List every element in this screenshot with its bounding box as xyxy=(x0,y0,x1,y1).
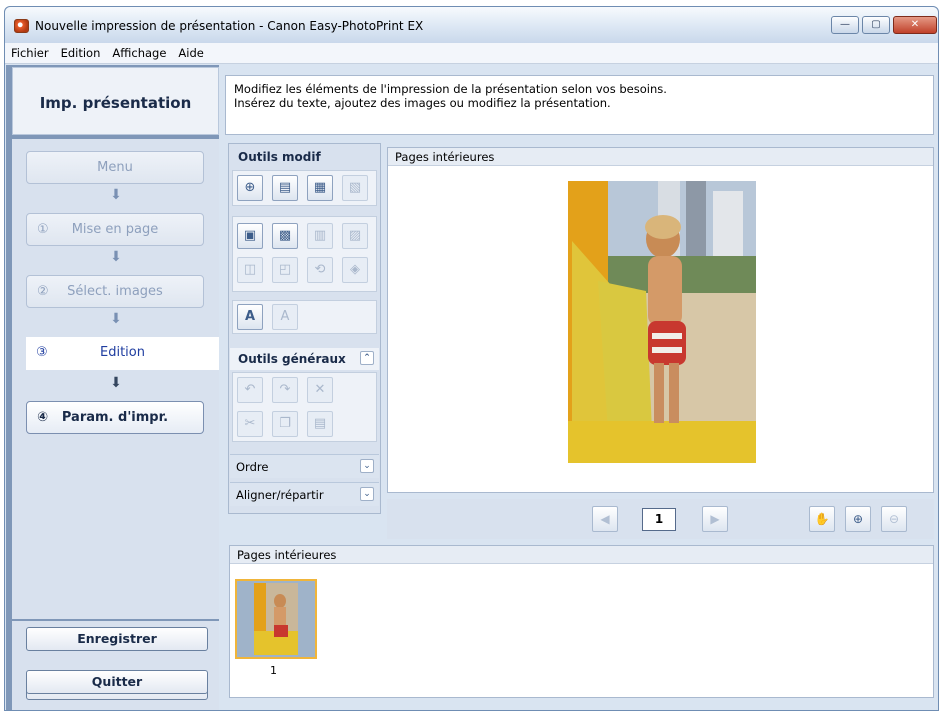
general-tools-label: Outils généraux xyxy=(238,352,346,366)
window-title: Nouvelle impression de présentation - Ca… xyxy=(35,19,424,33)
step-navigation: Menu ⬇ ① Mise en page ⬇ ② Sélect. images ⬇… xyxy=(12,139,219,619)
page-layout-icon[interactable]: ▦ xyxy=(307,175,333,201)
delete-page-icon[interactable]: ▧ xyxy=(342,175,368,201)
preview-navigation: ◀ 1 ▶ ✋ ⊕ ⊖ xyxy=(387,499,934,539)
instructions-line-1: Modifiez les éléments de l'impression de… xyxy=(234,82,667,96)
expand-chevron-icon[interactable]: ⌄ xyxy=(360,487,374,501)
sidebar-heading: Imp. présentation xyxy=(39,94,192,112)
align-section[interactable]: Aligner/répartir ⌄ xyxy=(230,482,379,506)
step-edition-label: Edition xyxy=(100,345,145,360)
step-number: ③ xyxy=(36,345,48,360)
general-tools-group: ↶ ↷ ✕ ✂ ❐ ▤ xyxy=(232,372,377,442)
minimize-button[interactable]: — xyxy=(831,16,859,34)
align-label: Aligner/répartir xyxy=(236,488,324,502)
edit-tools-group-1: ⊕ ▤ ▦ ▧ xyxy=(232,170,377,206)
menu-fichier[interactable]: Fichier xyxy=(5,43,55,60)
hand-tool-icon[interactable]: ✋ xyxy=(809,506,835,532)
step-print-settings-button[interactable]: ④ Param. d'impr. xyxy=(26,401,204,434)
add-image-icon[interactable]: ⊕ xyxy=(237,175,263,201)
next-page-icon[interactable]: ▶ xyxy=(702,506,728,532)
step-select-images-label: Sélect. images xyxy=(67,284,163,299)
page-preview: Pages intérieures xyxy=(387,147,934,493)
delete-icon[interactable]: ✕ xyxy=(307,377,333,403)
fit-icon[interactable]: ◰ xyxy=(272,257,298,283)
image-frame-icon[interactable]: ▣ xyxy=(237,223,263,249)
collapse-chevron-icon[interactable]: ⌃ xyxy=(360,351,374,365)
sidebar-header: Imp. présentation xyxy=(12,67,219,135)
thumbnail-label: 1 xyxy=(270,664,277,677)
order-section[interactable]: Ordre ⌄ xyxy=(230,454,379,478)
edit-tools-group-2: ▣ ▩ ▥ ▨ ◫ ◰ ⟲ ◈ xyxy=(232,216,377,292)
add-text-icon[interactable]: A xyxy=(237,304,263,330)
tools-panel: Outils modif ⊕ ▤ ▦ ▧ ▣ ▩ ▥ ▨ ◫ ◰ ⟲ ◈ A A… xyxy=(228,143,381,514)
down-arrow-icon: ⬇ xyxy=(110,375,122,391)
crop-icon[interactable]: ◫ xyxy=(237,257,263,283)
general-tools-title: Outils généraux ⌃ xyxy=(230,348,379,370)
close-button[interactable]: ✕ xyxy=(893,16,937,34)
sidebar: Imp. présentation Menu ⬇ ① Mise en page ⬇… xyxy=(6,65,219,710)
step-edition-button[interactable]: ③ Edition xyxy=(26,337,219,370)
zoom-out-icon[interactable]: ⊖ xyxy=(881,506,907,532)
preview-title: Pages intérieures xyxy=(388,148,933,166)
rotate-icon[interactable]: ⟲ xyxy=(307,257,333,283)
title-bar: Nouvelle impression de présentation - Ca… xyxy=(5,7,938,43)
step-layout-button[interactable]: ① Mise en page xyxy=(26,213,204,246)
instructions-line-2: Insérez du texte, ajoutez des images ou … xyxy=(234,96,611,110)
replace-image-icon[interactable]: ▥ xyxy=(307,223,333,249)
text-tools-group: A A xyxy=(232,300,377,334)
background-icon[interactable]: ▩ xyxy=(272,223,298,249)
redo-icon[interactable]: ↷ xyxy=(272,377,298,403)
step-number: ④ xyxy=(37,410,49,425)
step-menu-button[interactable]: Menu xyxy=(26,151,204,184)
menu-affichage[interactable]: Affichage xyxy=(106,43,172,60)
app-window: Nouvelle impression de présentation - Ca… xyxy=(4,6,939,711)
menu-aide[interactable]: Aide xyxy=(172,43,209,60)
step-layout-label: Mise en page xyxy=(71,222,159,237)
step-number: ① xyxy=(37,222,49,237)
step-select-images-button[interactable]: ② Sélect. images xyxy=(26,275,204,308)
thumbnail-panel: Pages intérieures 1 xyxy=(229,545,934,698)
step-number: ② xyxy=(37,284,49,299)
effect-icon[interactable]: ◈ xyxy=(342,257,368,283)
copy-icon[interactable]: ❐ xyxy=(272,411,298,437)
add-page-icon[interactable]: ▤ xyxy=(272,175,298,201)
sidebar-actions: Enregistrer Aide xyxy=(12,621,219,710)
maximize-button[interactable]: ▢ xyxy=(862,16,890,34)
thumbnails-title: Pages intérieures xyxy=(230,546,933,564)
paste-icon[interactable]: ▤ xyxy=(307,411,333,437)
down-arrow-icon: ⬇ xyxy=(110,187,122,203)
quit-button[interactable]: Quitter xyxy=(26,670,208,694)
cut-icon[interactable]: ✂ xyxy=(237,411,263,437)
previous-page-icon[interactable]: ◀ xyxy=(592,506,618,532)
zoom-in-icon[interactable]: ⊕ xyxy=(845,506,871,532)
step-print-settings-label: Param. d'impr. xyxy=(61,410,169,425)
order-label: Ordre xyxy=(236,460,269,474)
page-number: 1 xyxy=(642,508,676,531)
step-menu-label: Menu xyxy=(97,160,133,175)
page-thumbnail[interactable] xyxy=(235,579,317,659)
image-properties-icon[interactable]: ▨ xyxy=(342,223,368,249)
edit-tools-title: Outils modif xyxy=(238,150,321,164)
photo-image[interactable] xyxy=(568,181,756,463)
save-button[interactable]: Enregistrer xyxy=(26,627,208,651)
menu-edition[interactable]: Edition xyxy=(55,43,107,60)
down-arrow-icon: ⬇ xyxy=(110,249,122,265)
menu-bar: Fichier Edition Affichage Aide xyxy=(5,43,938,64)
instructions-panel: Modifiez les éléments de l'impression de… xyxy=(225,75,934,135)
down-arrow-icon: ⬇ xyxy=(110,311,122,327)
text-properties-icon[interactable]: A xyxy=(272,304,298,330)
expand-chevron-icon[interactable]: ⌄ xyxy=(360,459,374,473)
app-icon xyxy=(14,19,29,33)
undo-icon[interactable]: ↶ xyxy=(237,377,263,403)
